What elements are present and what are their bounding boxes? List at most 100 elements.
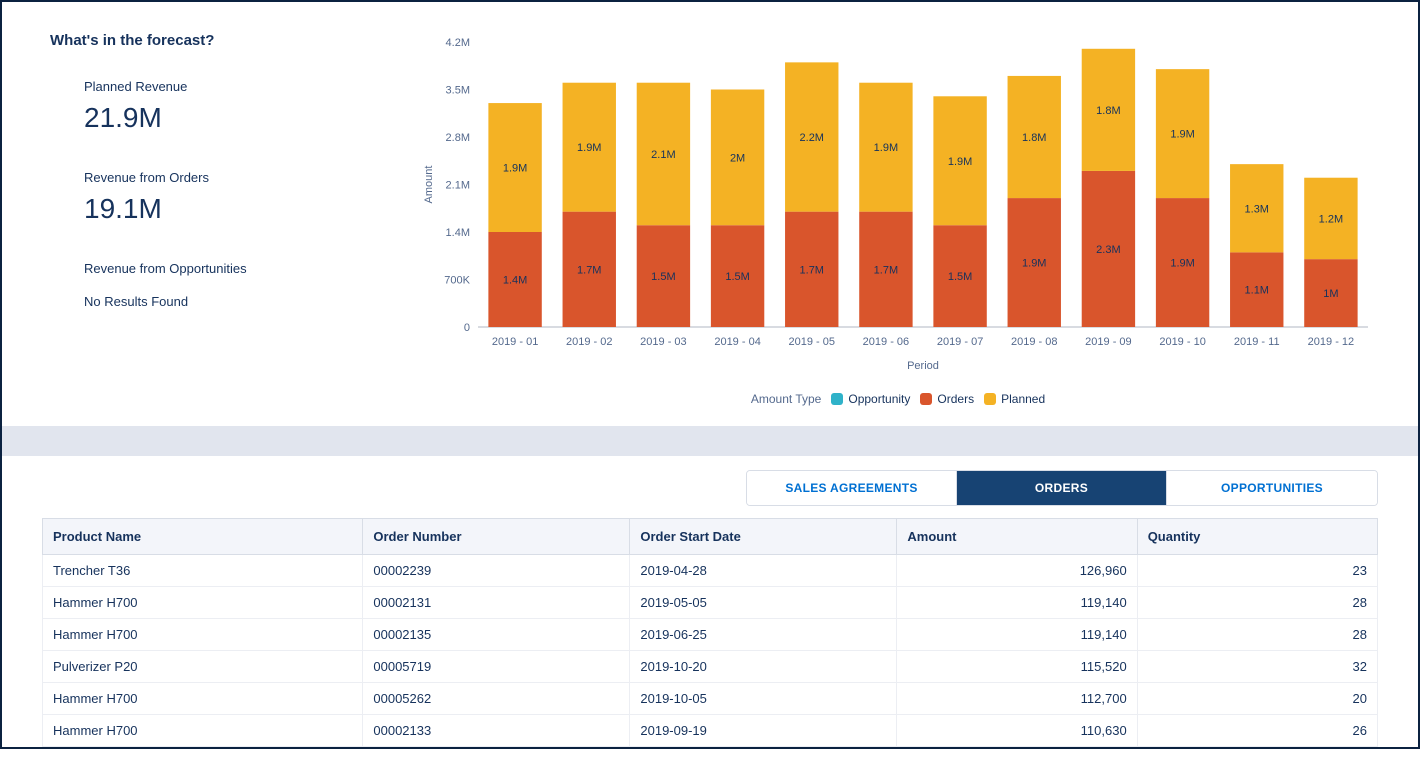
table-row[interactable]: Hammer H700000052622019-10-05112,70020 — [43, 683, 1378, 715]
cell-amount: 119,140 — [897, 619, 1137, 651]
metric-label: Revenue from Opportunities — [84, 261, 398, 276]
cell-amount: 112,700 — [897, 683, 1137, 715]
cell-qty: 28 — [1137, 587, 1377, 619]
tab-opportunities[interactable]: OPPORTUNITIES — [1167, 471, 1377, 505]
col-order-number[interactable]: Order Number — [363, 519, 630, 555]
bar-label: 1.9M — [577, 142, 601, 154]
cell-amount: 110,630 — [897, 715, 1137, 747]
cell-amount: 115,520 — [897, 651, 1137, 683]
bar-label: 1.7M — [874, 264, 898, 276]
cell-qty: 26 — [1137, 715, 1377, 747]
swatch-orders — [920, 393, 932, 405]
cell-product: Pulverizer P20 — [43, 651, 363, 683]
bar-label: 1.2M — [1319, 213, 1343, 225]
cell-qty: 23 — [1137, 555, 1377, 587]
legend-item-opportunity[interactable]: Opportunity — [831, 392, 910, 406]
cell-product: Hammer H700 — [43, 587, 363, 619]
cell-order: 00002239 — [363, 555, 630, 587]
bar-label: 1.1M — [1245, 285, 1269, 297]
x-tick: 2019 - 06 — [863, 336, 909, 348]
metric-revenue-orders: Revenue from Orders 19.1M — [84, 170, 398, 225]
legend-item-orders[interactable]: Orders — [920, 392, 974, 406]
bar-label: 1.3M — [1245, 203, 1269, 215]
bar-label: 1.9M — [1170, 129, 1194, 141]
table-row[interactable]: Hammer H700000021312019-05-05119,14028 — [43, 587, 1378, 619]
cell-product: Hammer H700 — [43, 683, 363, 715]
x-tick: 2019 - 02 — [566, 336, 612, 348]
cell-amount: 126,960 — [897, 555, 1137, 587]
bar-label: 1.9M — [874, 142, 898, 154]
table-row[interactable]: Hammer H700000021332019-09-19110,63026 — [43, 715, 1378, 747]
no-results-text: No Results Found — [84, 294, 398, 309]
cell-product: Trencher T36 — [43, 555, 363, 587]
svg-text:4.2M: 4.2M — [446, 37, 470, 49]
cell-date: 2019-10-05 — [630, 683, 897, 715]
cell-order: 00005719 — [363, 651, 630, 683]
section-divider — [2, 426, 1418, 456]
swatch-planned — [984, 393, 996, 405]
svg-text:2.1M: 2.1M — [446, 180, 470, 192]
bar-label: 1.8M — [1096, 105, 1120, 117]
bar-label: 2.1M — [651, 149, 675, 161]
forecast-summary: What's in the forecast? Planned Revenue … — [50, 32, 418, 406]
orders-table: Product Name Order Number Order Start Da… — [42, 518, 1378, 747]
metric-label: Planned Revenue — [84, 79, 398, 94]
x-axis-label: Period — [907, 360, 939, 372]
col-product-name[interactable]: Product Name — [43, 519, 363, 555]
bar-label: 1.9M — [1170, 258, 1194, 270]
cell-date: 2019-04-28 — [630, 555, 897, 587]
bar-label: 1.4M — [503, 275, 527, 287]
svg-text:2.8M: 2.8M — [446, 132, 470, 144]
x-tick: 2019 - 11 — [1234, 336, 1280, 348]
tab-orders[interactable]: ORDERS — [957, 471, 1167, 505]
x-tick: 2019 - 07 — [937, 336, 983, 348]
cell-order: 00002133 — [363, 715, 630, 747]
bar-label: 1.8M — [1022, 132, 1046, 144]
cell-amount: 119,140 — [897, 587, 1137, 619]
legend-item-planned[interactable]: Planned — [984, 392, 1045, 406]
cell-qty: 32 — [1137, 651, 1377, 683]
svg-text:1.4M: 1.4M — [446, 227, 470, 239]
bar-label: 1.5M — [948, 271, 972, 283]
x-tick: 2019 - 01 — [492, 336, 538, 348]
metric-value: 21.9M — [84, 102, 398, 134]
cell-order: 00005262 — [363, 683, 630, 715]
metric-label: Revenue from Orders — [84, 170, 398, 185]
cell-qty: 20 — [1137, 683, 1377, 715]
bar-label: 2.3M — [1096, 244, 1120, 256]
bar-label: 1.5M — [651, 271, 675, 283]
col-amount[interactable]: Amount — [897, 519, 1137, 555]
table-row[interactable]: Pulverizer P20000057192019-10-20115,5203… — [43, 651, 1378, 683]
cell-product: Hammer H700 — [43, 619, 363, 651]
svg-text:3.5M: 3.5M — [446, 85, 470, 97]
metric-value: 19.1M — [84, 193, 398, 225]
bar-label: 1.7M — [800, 264, 824, 276]
table-row[interactable]: Hammer H700000021352019-06-25119,14028 — [43, 619, 1378, 651]
cell-date: 2019-10-20 — [630, 651, 897, 683]
bar-label: 2.2M — [800, 132, 824, 144]
table-row[interactable]: Trencher T36000022392019-04-28126,96023 — [43, 555, 1378, 587]
svg-text:Amount: Amount — [423, 166, 435, 204]
x-tick: 2019 - 04 — [714, 336, 760, 348]
bar-label: 1.9M — [503, 163, 527, 175]
col-order-start-date[interactable]: Order Start Date — [630, 519, 897, 555]
legend-title: Amount Type — [751, 392, 822, 406]
x-tick: 2019 - 12 — [1308, 336, 1354, 348]
cell-date: 2019-05-05 — [630, 587, 897, 619]
chart-legend: Amount Type Opportunity Orders Planned — [418, 392, 1378, 406]
cell-order: 00002135 — [363, 619, 630, 651]
metric-revenue-opportunities: Revenue from Opportunities — [84, 261, 398, 276]
metric-planned-revenue: Planned Revenue 21.9M — [84, 79, 398, 134]
cell-qty: 28 — [1137, 619, 1377, 651]
forecast-chart: 0700K1.4M2.1M2.8M3.5M4.2MAmount1.4M1.9M2… — [418, 32, 1378, 406]
bar-label: 1.7M — [577, 264, 601, 276]
bar-label: 2M — [730, 152, 745, 164]
cell-product: Hammer H700 — [43, 715, 363, 747]
bar-label: 1.9M — [1022, 258, 1046, 270]
bar-label: 1.5M — [725, 271, 749, 283]
col-quantity[interactable]: Quantity — [1137, 519, 1377, 555]
bar-label: 1.9M — [948, 156, 972, 168]
cell-date: 2019-06-25 — [630, 619, 897, 651]
cell-date: 2019-09-19 — [630, 715, 897, 747]
tab-sales-agreements[interactable]: SALES AGREEMENTS — [747, 471, 957, 505]
